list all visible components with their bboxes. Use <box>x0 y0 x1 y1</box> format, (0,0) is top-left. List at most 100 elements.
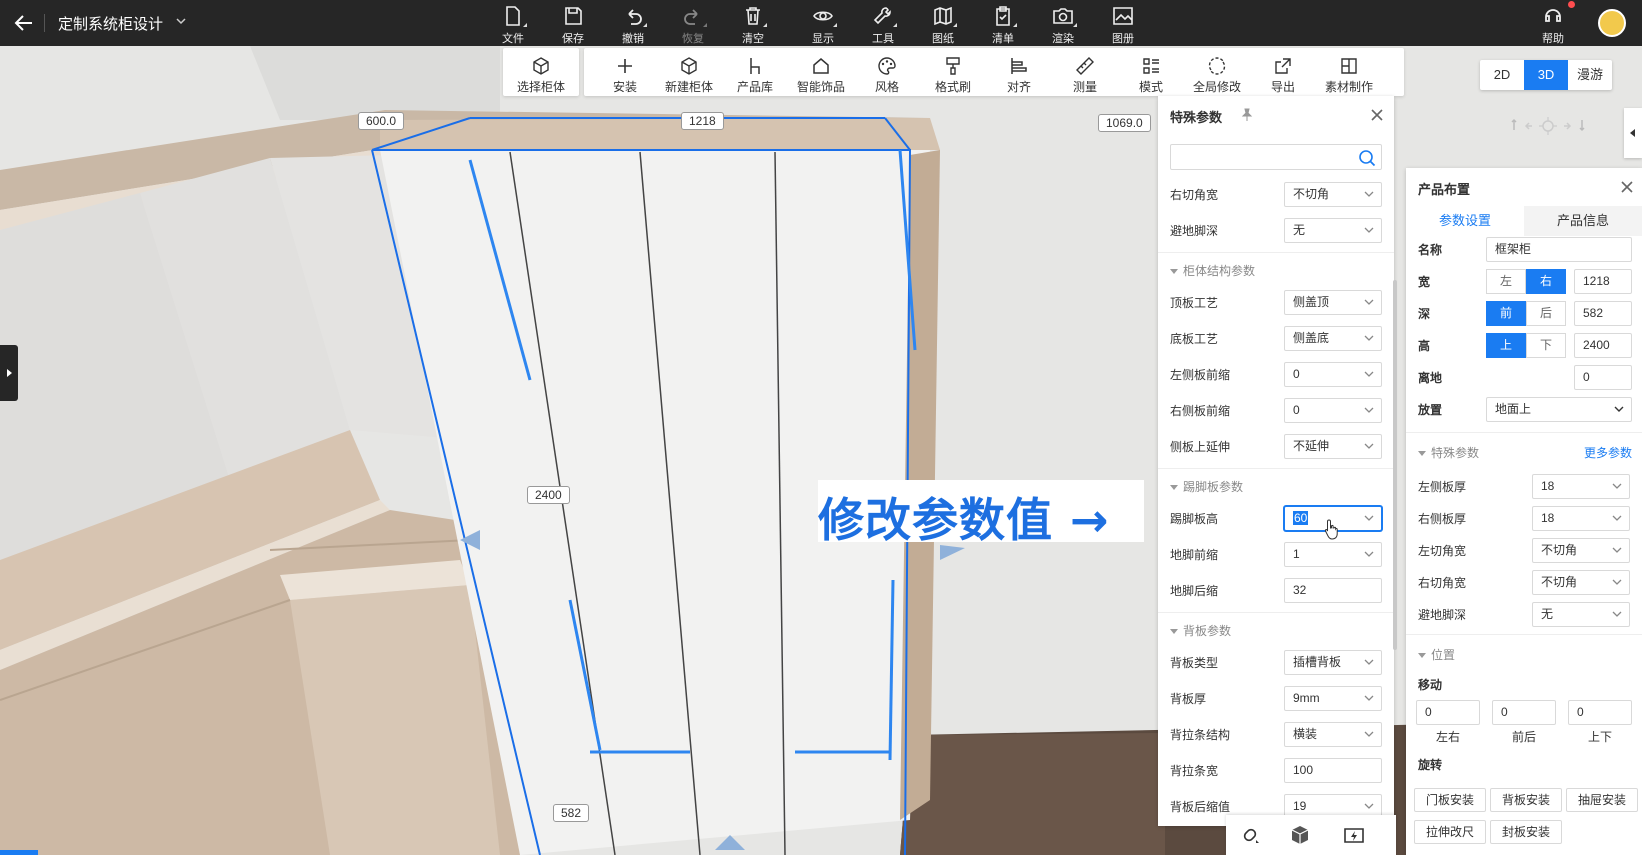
param-select[interactable]: 18 <box>1532 474 1630 499</box>
chevron-down-icon[interactable] <box>176 17 186 25</box>
param-label: 右侧板厚 <box>1418 512 1467 526</box>
toolbar-product-library[interactable]: 产品库 <box>724 48 786 96</box>
toolbar-style[interactable]: 风格 <box>856 48 918 96</box>
close-icon[interactable] <box>1620 180 1634 194</box>
param-select[interactable]: 0 <box>1284 398 1382 423</box>
toolbar-format-brush[interactable]: 格式刷 <box>922 48 984 96</box>
topbar-redo[interactable]: 恢复 <box>665 3 721 45</box>
height-down-toggle[interactable]: 下 <box>1526 333 1566 358</box>
param-select[interactable]: 不切角 <box>1532 570 1630 595</box>
topbar-undo[interactable]: 撤销 <box>605 3 661 45</box>
param-select[interactable]: 9mm <box>1284 686 1382 711</box>
param-select[interactable]: 侧盖底 <box>1284 326 1382 351</box>
place-select[interactable]: 地面上 <box>1486 397 1632 422</box>
param-label: 地脚后缩 <box>1170 584 1219 598</box>
pin-icon[interactable] <box>1240 108 1254 122</box>
param-select[interactable]: 横装 <box>1284 722 1382 747</box>
section-header-structure[interactable]: 柜体结构参数 <box>1170 262 1255 279</box>
tab-product-info[interactable]: 产品信息 <box>1524 206 1642 236</box>
toolbar-export[interactable]: 导出 <box>1252 48 1314 96</box>
view-3d-button[interactable]: 3D <box>1524 60 1568 90</box>
toolbar-material[interactable]: 素材制作 <box>1318 48 1380 96</box>
move-x-input[interactable]: 0 <box>1416 700 1480 725</box>
param-label: 地脚前缩 <box>1170 548 1219 562</box>
left-panel-toggle[interactable] <box>0 345 18 401</box>
height-input[interactable]: 2400 <box>1574 333 1632 358</box>
toolbar-mode[interactable]: 模式 <box>1120 48 1182 96</box>
undo-icon <box>628 9 642 25</box>
cube-solid-icon[interactable] <box>1288 823 1312 847</box>
stretch-resize-button[interactable]: 拉伸改尺 <box>1414 820 1486 844</box>
topbar-album[interactable]: 图册 <box>1095 3 1151 45</box>
topbar-list[interactable]: 清单 <box>975 3 1031 45</box>
width-right-toggle[interactable]: 右 <box>1526 269 1566 294</box>
move-z-input[interactable]: 0 <box>1568 700 1632 725</box>
right-panel-toggle[interactable] <box>1624 108 1642 158</box>
avatar[interactable] <box>1598 9 1626 37</box>
view-2d-button[interactable]: 2D <box>1480 60 1524 90</box>
move-y-input[interactable]: 0 <box>1492 700 1556 725</box>
toolbar-smart-decor[interactable]: 智能饰品 <box>790 48 852 96</box>
param-select[interactable]: 无 <box>1284 218 1382 243</box>
more-params-link[interactable]: 更多参数 <box>1584 444 1632 461</box>
topbar-file[interactable]: 文件 <box>485 3 541 45</box>
param-select[interactable]: 18 <box>1532 506 1630 531</box>
depth-input[interactable]: 582 <box>1574 301 1632 326</box>
tab-params[interactable]: 参数设置 <box>1406 206 1524 236</box>
param-select[interactable]: 0 <box>1284 362 1382 387</box>
ground-input[interactable]: 0 <box>1574 365 1632 390</box>
select-cabinet-button[interactable]: 选择柜体 <box>510 48 572 96</box>
mode-icon <box>1143 58 1159 74</box>
param-row: 地脚前缩 1 <box>1158 538 1394 570</box>
topbar-help[interactable]: 帮助 <box>1525 3 1581 45</box>
toolbar-align[interactable]: 对齐 <box>988 48 1050 96</box>
param-value: 不切角 <box>1541 575 1578 589</box>
param-input[interactable]: 100 <box>1284 758 1382 783</box>
param-select[interactable]: 无 <box>1532 602 1630 627</box>
depth-back-toggle[interactable]: 后 <box>1526 301 1566 326</box>
navigation-pad-icon[interactable] <box>1508 114 1588 138</box>
topbar-tools[interactable]: 工具 <box>855 3 911 45</box>
topbar-drawings[interactable]: 图纸 <box>915 3 971 45</box>
toolbar-install[interactable]: 安装 <box>594 48 656 96</box>
drawer-install-button[interactable]: 抽屉安装 <box>1566 788 1638 812</box>
topbar-display[interactable]: 显示 <box>795 3 851 45</box>
param-select[interactable]: 插槽背板 <box>1284 650 1382 675</box>
view-walk-button[interactable]: 漫游 <box>1568 60 1612 90</box>
topbar-save[interactable]: 保存 <box>545 3 601 45</box>
close-icon[interactable] <box>1370 108 1384 122</box>
height-up-toggle[interactable]: 上 <box>1486 333 1526 358</box>
search-input[interactable] <box>1170 144 1382 170</box>
chevron-down-icon <box>1364 191 1374 197</box>
name-input[interactable]: 框架柜 <box>1486 237 1632 262</box>
app-title[interactable]: 定制系统柜设计 <box>58 13 163 34</box>
link-tool-icon[interactable] <box>1238 823 1262 847</box>
toolbar-new-cabinet[interactable]: 新建柜体 <box>658 48 720 96</box>
param-input[interactable]: 32 <box>1284 578 1382 603</box>
depth-front-toggle[interactable]: 前 <box>1486 301 1526 326</box>
section-header-kick[interactable]: 踢脚板参数 <box>1170 478 1243 495</box>
param-select[interactable]: 不切角 <box>1284 182 1382 207</box>
toolbar-measure[interactable]: 测量 <box>1054 48 1116 96</box>
section-header-special[interactable]: 特殊参数 <box>1418 444 1479 461</box>
seal-install-button[interactable]: 封板安装 <box>1490 820 1562 844</box>
topbar-render[interactable]: 渲染 <box>1035 3 1091 45</box>
param-value: 0 <box>1293 403 1300 417</box>
snapshot-icon[interactable] <box>1342 823 1366 847</box>
toolbar-global-edit[interactable]: 全局修改 <box>1186 48 1248 96</box>
back-arrow-icon[interactable] <box>12 11 36 35</box>
section-header-position[interactable]: 位置 <box>1418 646 1455 663</box>
param-select[interactable]: 侧盖顶 <box>1284 290 1382 315</box>
section-header-back[interactable]: 背板参数 <box>1170 622 1231 639</box>
param-row: 右侧板前缩 0 <box>1158 394 1394 426</box>
width-input[interactable]: 1218 <box>1574 269 1632 294</box>
param-select[interactable]: 不切角 <box>1532 538 1630 563</box>
width-left-toggle[interactable]: 左 <box>1486 269 1526 294</box>
panel-scrollbar[interactable] <box>1393 280 1397 650</box>
door-install-button[interactable]: 门板安装 <box>1414 788 1486 812</box>
param-select[interactable]: 1 <box>1284 542 1382 567</box>
back-install-button[interactable]: 背板安装 <box>1490 788 1562 812</box>
topbar-clear[interactable]: 清空 <box>725 3 781 45</box>
param-select[interactable]: 不延伸 <box>1284 434 1382 459</box>
toolbar-label: 安装 <box>612 80 637 94</box>
